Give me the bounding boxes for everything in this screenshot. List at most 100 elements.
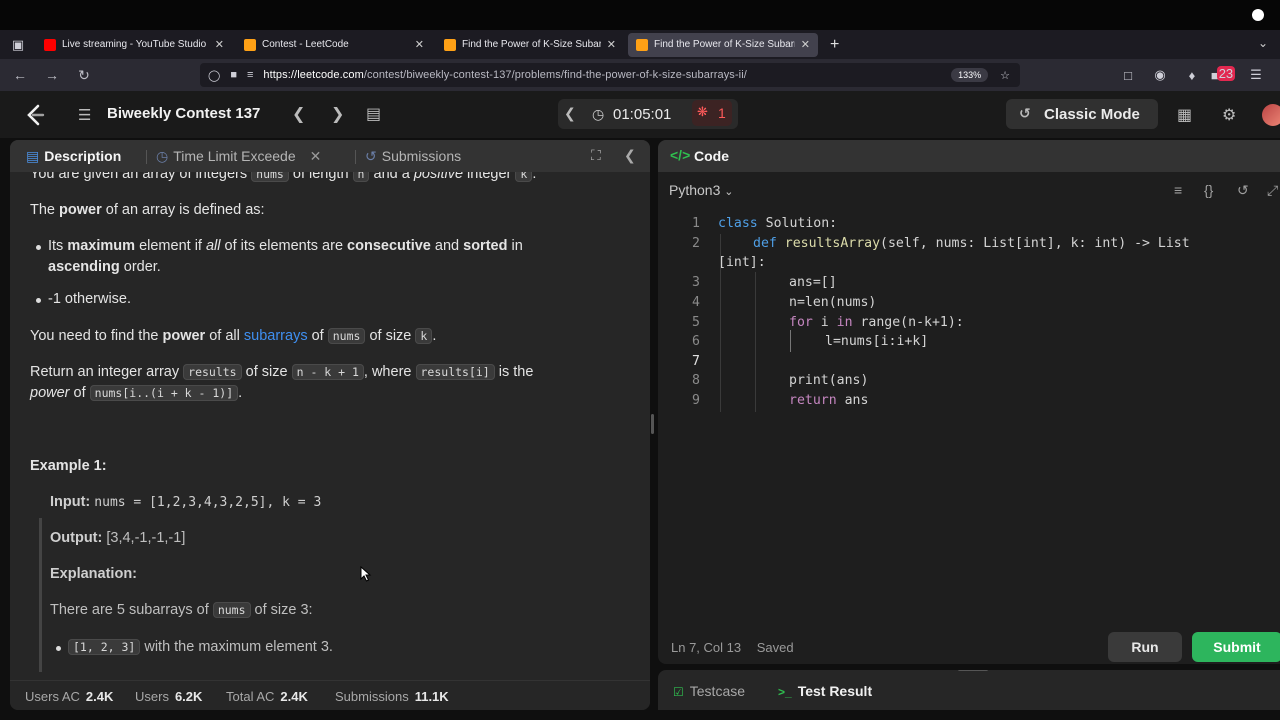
pocket-icon[interactable]: □ bbox=[1112, 68, 1144, 83]
code-text: l=nums[i:i+k] bbox=[825, 334, 929, 349]
classic-mode-label: Classic Mode bbox=[1044, 106, 1140, 123]
text: order. bbox=[123, 259, 161, 275]
collapse-icon[interactable]: ❮ bbox=[624, 147, 636, 164]
prev-problem-icon[interactable]: ❮ bbox=[292, 104, 305, 124]
code-tab-label[interactable]: Code bbox=[694, 148, 729, 164]
function-name: resultsArray bbox=[776, 236, 881, 251]
bookmark-star-icon[interactable]: ☆ bbox=[1000, 69, 1010, 82]
menu-icon[interactable]: ☰ bbox=[1240, 67, 1272, 83]
problem-list-icon[interactable]: ☰ bbox=[78, 106, 91, 124]
line-number: 9 bbox=[692, 393, 700, 408]
code-text: (self, nums: List[int], k: int) -> List bbox=[880, 236, 1190, 251]
clock-icon: ◷ bbox=[592, 106, 605, 122]
text: power bbox=[59, 202, 102, 218]
tab-test-result[interactable]: >_ Test Result bbox=[778, 683, 872, 699]
value: 11.1K bbox=[414, 689, 449, 704]
chevron-left-icon[interactable]: ❮ bbox=[564, 105, 576, 122]
expand-icon[interactable]: ⤢ bbox=[1267, 182, 1278, 199]
lock-icon: ■ bbox=[230, 69, 237, 81]
close-icon[interactable]: ✕ bbox=[801, 38, 810, 51]
maximize-icon[interactable]: ⛶ bbox=[591, 147, 601, 164]
account-icon[interactable]: ◉ bbox=[1144, 67, 1176, 83]
clock-icon: ◷ bbox=[156, 148, 169, 164]
code-text: i bbox=[812, 315, 837, 330]
code-editor[interactable]: 1 2 3 4 5 6 7 8 9 class Solution: def re… bbox=[658, 210, 1280, 630]
text: of bbox=[311, 328, 324, 344]
mouse-cursor-icon bbox=[360, 566, 372, 582]
ranking-chart-icon[interactable]: ▤ bbox=[366, 104, 381, 124]
description-panel: ▤ Description ◷ Time Limit Exceede ✕ ↺ Submi… bbox=[10, 140, 650, 710]
tab-time-limit-exceeded[interactable]: ◷ Time Limit Exceede ✕ bbox=[156, 148, 321, 165]
inline-code: nums bbox=[327, 328, 366, 344]
url-bar[interactable]: ◯ ■ ≡ https://leetcode.com/contest/biwee… bbox=[200, 63, 1020, 87]
gear-icon[interactable]: ⚙ bbox=[1222, 105, 1236, 125]
tab-testcase[interactable]: ☑ Testcase bbox=[673, 683, 745, 699]
text: Explanation: bbox=[50, 566, 138, 582]
url-path: /contest/biweekly-contest-137/problems/f… bbox=[363, 69, 747, 81]
tab-label: Find the Power of K-Size Subarr bbox=[462, 39, 601, 50]
braces-icon[interactable]: {} bbox=[1204, 182, 1213, 198]
text: is the bbox=[498, 364, 534, 380]
wrong-submissions-badge[interactable]: ❋ 1 bbox=[692, 100, 732, 126]
panel-resize-handle[interactable] bbox=[651, 414, 654, 434]
code-text: ans bbox=[836, 393, 869, 408]
layout-icon[interactable]: ▦ bbox=[1177, 105, 1192, 125]
text: You need to find the bbox=[30, 328, 159, 344]
classic-mode-button[interactable]: ↺ Classic Mode bbox=[1006, 99, 1158, 129]
close-icon[interactable]: ✕ bbox=[215, 38, 224, 51]
back-arrow-icon[interactable]: ← bbox=[4, 67, 36, 83]
bug-count: 1 bbox=[718, 105, 726, 121]
resize-handle[interactable] bbox=[958, 670, 988, 671]
run-button[interactable]: Run bbox=[1108, 632, 1182, 662]
tab-divider bbox=[355, 150, 356, 164]
reset-icon[interactable]: ↺ bbox=[1237, 182, 1249, 199]
code-line: ans=[] bbox=[789, 275, 837, 290]
text: Return an integer array bbox=[30, 364, 180, 380]
code-line: print(ans) bbox=[789, 373, 868, 388]
code-line: l=nums[i:i+k] bbox=[825, 334, 928, 349]
text: and a bbox=[373, 172, 410, 182]
chevron-down-icon[interactable]: ⌄ bbox=[1258, 36, 1268, 50]
list-item: [1, 2, 3] with the maximum element 3. bbox=[56, 637, 648, 658]
zoom-badge[interactable]: 133% bbox=[951, 68, 989, 82]
next-problem-icon[interactable]: ❯ bbox=[331, 104, 344, 124]
close-icon[interactable]: ✕ bbox=[415, 38, 424, 51]
browser-tab-youtube[interactable]: Live streaming - YouTube Studio ✕ bbox=[36, 33, 232, 57]
list-item: -1 otherwise. bbox=[36, 289, 628, 310]
extensions-icon[interactable]: ♦ bbox=[1176, 68, 1208, 83]
language-select[interactable]: Python3 ⌄ bbox=[669, 182, 733, 198]
text: . bbox=[238, 385, 243, 401]
extension-badge-icon[interactable]: ■23 bbox=[1208, 65, 1240, 83]
avatar[interactable] bbox=[1262, 104, 1280, 126]
text: power bbox=[162, 328, 206, 344]
value: 2.4K bbox=[85, 689, 114, 704]
new-tab-button[interactable]: + bbox=[830, 36, 839, 54]
reload-icon[interactable]: ↻ bbox=[68, 67, 100, 84]
browser-tab-problem[interactable]: Find the Power of K-Size Subarr ✕ bbox=[436, 33, 624, 57]
tab-submissions[interactable]: ↺ Submissions bbox=[365, 148, 461, 165]
language-label: Python3 bbox=[669, 182, 721, 198]
value: 6.2K bbox=[174, 689, 203, 704]
line-number: 8 bbox=[692, 373, 700, 388]
forward-arrow-icon[interactable]: → bbox=[36, 67, 68, 83]
format-icon[interactable]: ≡ bbox=[1174, 182, 1182, 198]
tab-testcase-label: Testcase bbox=[689, 683, 746, 699]
text: Input: bbox=[50, 494, 91, 510]
contest-title[interactable]: Biweekly Contest 137 bbox=[107, 105, 260, 122]
close-icon[interactable]: ✕ bbox=[607, 38, 616, 51]
close-icon[interactable]: ✕ bbox=[310, 148, 322, 164]
submit-button[interactable]: Submit bbox=[1192, 632, 1280, 662]
cursor-position: Ln 7, Col 13 bbox=[671, 640, 742, 655]
browser-tab-contest[interactable]: Contest - LeetCode ✕ bbox=[236, 33, 432, 57]
tab-list-icon[interactable]: ▣ bbox=[0, 37, 36, 53]
browser-tab-problem-active[interactable]: Find the Power of K-Size Subarr ✕ bbox=[628, 32, 818, 57]
subarrays-link[interactable]: subarrays bbox=[244, 328, 308, 344]
text: Submissions bbox=[335, 689, 409, 704]
tab-description[interactable]: ▤ Description bbox=[26, 148, 121, 165]
inline-code: n - k + 1 bbox=[291, 364, 364, 380]
leetcode-logo-icon[interactable] bbox=[24, 103, 48, 127]
leetcode-header: ☰ Biweekly Contest 137 ❮ ❯ ▤ ❮ ◷ 01:05:0… bbox=[0, 91, 1280, 138]
problem-description: You are given an array of integers nums … bbox=[10, 172, 650, 672]
inline-code: nums[i..(i + k - 1)] bbox=[89, 385, 239, 401]
text: of size 3: bbox=[254, 602, 313, 618]
